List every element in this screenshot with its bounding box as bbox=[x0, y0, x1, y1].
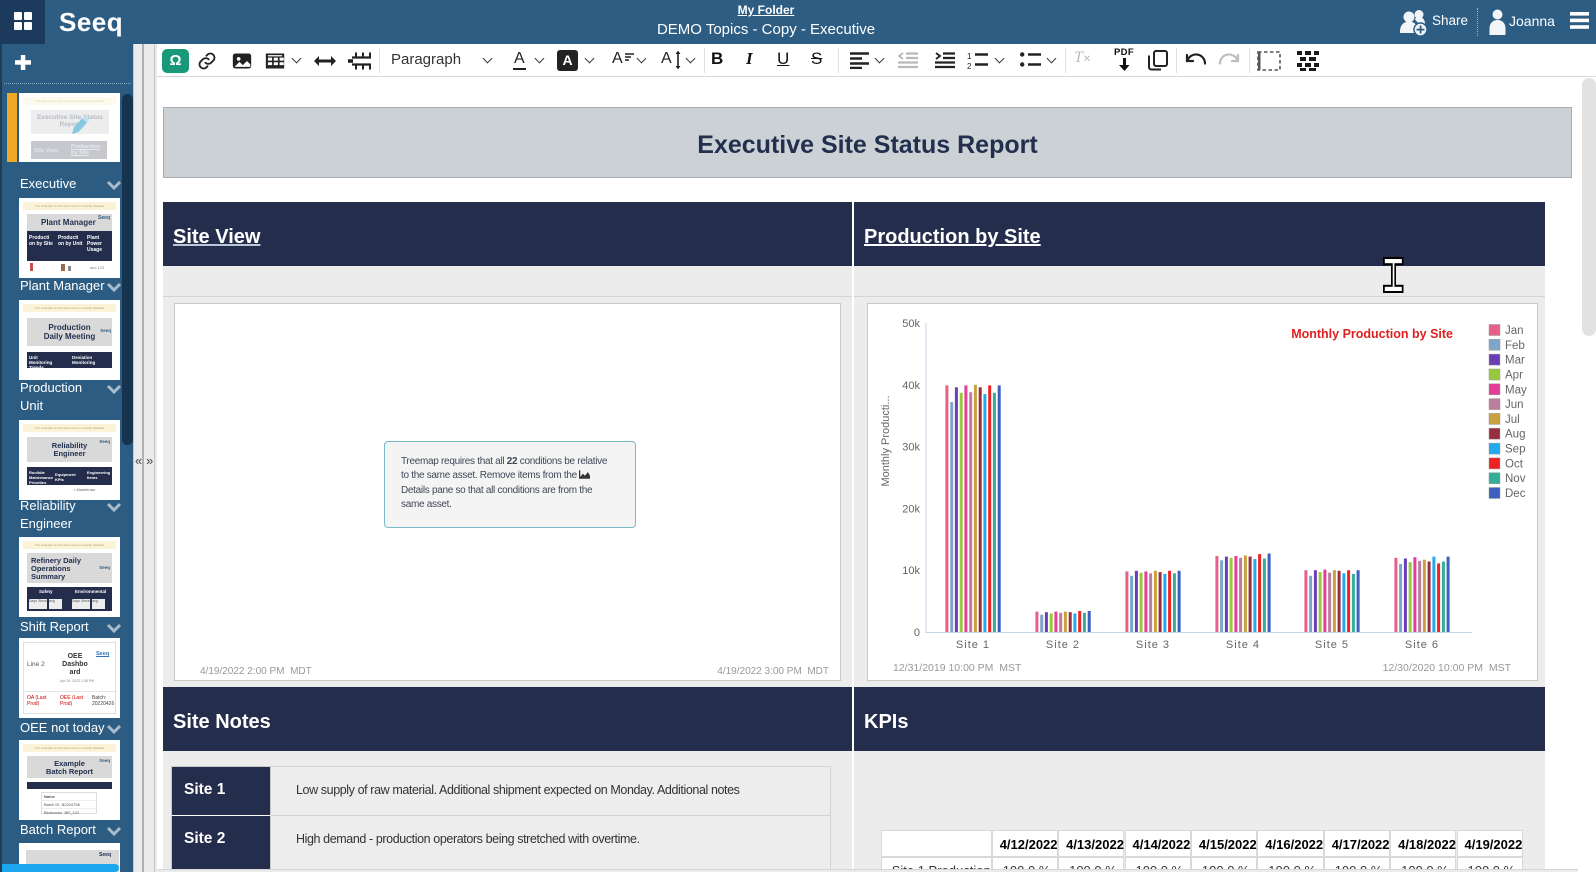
svg-text:Site 1: Site 1 bbox=[956, 639, 990, 651]
svg-text:Apr: Apr bbox=[1505, 370, 1523, 382]
svg-text:Site 5: Site 5 bbox=[1315, 639, 1349, 651]
svg-text:Oct: Oct bbox=[1505, 458, 1524, 470]
svg-text:Feb: Feb bbox=[1505, 340, 1525, 352]
svg-text:0: 0 bbox=[914, 627, 920, 639]
svg-text:Aug: Aug bbox=[1505, 429, 1525, 441]
svg-text:Jul: Jul bbox=[1505, 414, 1520, 426]
svg-text:Site 6: Site 6 bbox=[1405, 639, 1439, 651]
svg-text:Sep: Sep bbox=[1505, 444, 1525, 456]
svg-text:Nov: Nov bbox=[1505, 473, 1526, 485]
svg-text:May: May bbox=[1505, 384, 1527, 396]
svg-text:2: 2 bbox=[967, 62, 972, 70]
svg-text:Jan: Jan bbox=[1505, 325, 1524, 337]
svg-text:Site 4: Site 4 bbox=[1226, 639, 1260, 651]
svg-text:Monthly Production by Site: Monthly Production by Site bbox=[1291, 327, 1453, 341]
svg-text:20k: 20k bbox=[902, 503, 920, 515]
svg-text:40k: 40k bbox=[902, 380, 920, 392]
svg-text:Monthly Producti...: Monthly Producti... bbox=[880, 395, 892, 486]
svg-text:Site 3: Site 3 bbox=[1136, 639, 1170, 651]
svg-text:1: 1 bbox=[967, 52, 972, 61]
svg-text:Jun: Jun bbox=[1505, 399, 1524, 411]
svg-text:Mar: Mar bbox=[1505, 355, 1525, 367]
svg-text:30k: 30k bbox=[902, 442, 920, 454]
svg-text:10k: 10k bbox=[902, 565, 920, 577]
svg-text:50k: 50k bbox=[902, 318, 920, 330]
svg-text:Site 2: Site 2 bbox=[1046, 639, 1080, 651]
svg-text:Dec: Dec bbox=[1505, 488, 1526, 500]
